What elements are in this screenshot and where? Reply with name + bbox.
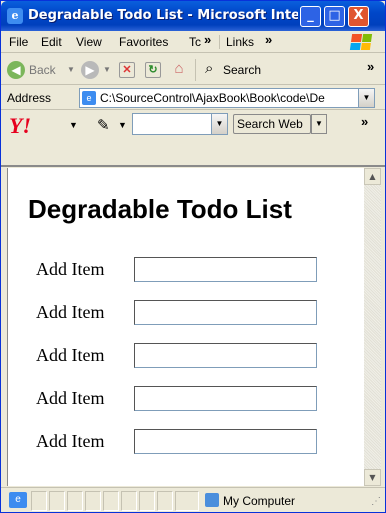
forward-arrow-icon[interactable]: ▶ bbox=[81, 61, 99, 79]
status-cell bbox=[49, 491, 65, 511]
pencil-icon[interactable]: ✎ bbox=[97, 116, 110, 134]
add-item-input[interactable] bbox=[134, 257, 317, 282]
page-icon: e bbox=[82, 91, 96, 105]
title-bar[interactable]: e Degradable Todo List - Microsoft Inte.… bbox=[1, 1, 385, 31]
security-zone: My Computer bbox=[223, 494, 296, 508]
yahoo-search-dropdown-icon[interactable]: ▼ bbox=[211, 114, 227, 134]
add-item-row: Add Item bbox=[36, 299, 336, 327]
status-cell bbox=[139, 491, 155, 511]
yahoo-dropdown-icon[interactable]: ▼ bbox=[69, 120, 78, 130]
add-item-label: Add Item bbox=[36, 302, 105, 322]
forward-dropdown-icon[interactable]: ▼ bbox=[103, 65, 111, 74]
minimize-button[interactable]: _ bbox=[300, 6, 321, 27]
status-cell bbox=[67, 491, 83, 511]
status-bar: e My Computer ⋰ bbox=[1, 487, 385, 513]
yahoo-chevron-icon[interactable]: » bbox=[361, 114, 368, 129]
links-chevron-icon[interactable]: » bbox=[265, 32, 272, 47]
menu-file[interactable]: File bbox=[9, 35, 28, 49]
address-dropdown-icon[interactable]: ▼ bbox=[358, 89, 374, 107]
yahoo-toolbar: Y! ▼ ✎ ▼ ▼ Search Web ▼ » bbox=[1, 111, 385, 167]
menu-bar: File Edit View Favorites Tc » Links » bbox=[1, 31, 385, 53]
back-arrow-icon[interactable]: ◀ bbox=[7, 61, 25, 79]
stop-icon[interactable]: ✕ bbox=[119, 62, 135, 78]
links-label[interactable]: Links bbox=[219, 35, 254, 49]
refresh-icon[interactable]: ↻ bbox=[145, 62, 161, 78]
status-cell bbox=[103, 491, 119, 511]
add-item-input[interactable] bbox=[134, 429, 317, 454]
resize-grip-icon[interactable]: ⋰ bbox=[371, 496, 381, 507]
pencil-dropdown-icon[interactable]: ▼ bbox=[118, 120, 127, 130]
menu-favorites[interactable]: Favorites bbox=[119, 35, 168, 49]
page-status-icon: e bbox=[9, 492, 27, 508]
address-bar: Address e C:\SourceControl\AjaxBook\Book… bbox=[1, 86, 385, 110]
toolbar: ◀ Back ▼ ▶ ▼ ✕ ↻ ⌂ ⌕ Search » bbox=[1, 54, 385, 85]
browser-window: e Degradable Todo List - Microsoft Inte.… bbox=[0, 0, 386, 513]
menu-chevron-icon[interactable]: » bbox=[204, 32, 211, 47]
window-title: Degradable Todo List - Microsoft Inte... bbox=[28, 8, 298, 23]
home-icon[interactable]: ⌂ bbox=[171, 61, 187, 78]
status-cell bbox=[31, 491, 47, 511]
search-button[interactable]: Search bbox=[223, 63, 261, 77]
close-button[interactable]: X bbox=[348, 6, 369, 27]
add-item-input[interactable] bbox=[134, 343, 317, 368]
back-button[interactable]: Back bbox=[29, 63, 56, 77]
page-content: Degradable Todo List Add Item Add Item A… bbox=[7, 168, 364, 486]
search-icon[interactable]: ⌕ bbox=[205, 60, 213, 77]
my-computer-icon bbox=[205, 493, 219, 507]
menu-edit[interactable]: Edit bbox=[41, 35, 62, 49]
add-item-label: Add Item bbox=[36, 388, 105, 408]
page-title: Degradable Todo List bbox=[28, 194, 292, 224]
add-item-input[interactable] bbox=[134, 386, 317, 411]
windows-logo-icon bbox=[344, 32, 379, 52]
address-input[interactable]: e C:\SourceControl\AjaxBook\Book\code\De… bbox=[79, 88, 375, 108]
add-item-input[interactable] bbox=[134, 300, 317, 325]
add-item-label: Add Item bbox=[36, 431, 105, 451]
add-item-row: Add Item bbox=[36, 385, 336, 413]
status-cell bbox=[175, 491, 199, 511]
add-item-row: Add Item bbox=[36, 256, 336, 284]
maximize-button[interactable]: □ bbox=[324, 6, 345, 27]
search-web-dropdown-icon[interactable]: ▼ bbox=[311, 114, 327, 134]
add-item-label: Add Item bbox=[36, 345, 105, 365]
scroll-down-icon[interactable]: ▼ bbox=[364, 469, 381, 486]
address-label: Address bbox=[7, 91, 52, 105]
add-item-row: Add Item bbox=[36, 342, 336, 370]
status-cell bbox=[121, 491, 137, 511]
ie-icon: e bbox=[7, 8, 23, 24]
yahoo-logo[interactable]: Y! bbox=[9, 113, 31, 139]
status-cell bbox=[157, 491, 173, 511]
add-item-row: Add Item bbox=[36, 428, 336, 456]
search-web-button[interactable]: Search Web bbox=[233, 114, 311, 134]
scroll-up-icon[interactable]: ▲ bbox=[364, 168, 381, 185]
menu-view[interactable]: View bbox=[76, 35, 102, 49]
menu-tools[interactable]: Tc bbox=[189, 35, 201, 49]
address-value[interactable]: C:\SourceControl\AjaxBook\Book\code\De bbox=[100, 91, 325, 105]
add-item-label: Add Item bbox=[36, 259, 105, 279]
status-cell bbox=[85, 491, 101, 511]
back-dropdown-icon[interactable]: ▼ bbox=[67, 65, 75, 74]
vertical-scrollbar[interactable]: ▲ ▼ bbox=[364, 168, 381, 486]
toolbar-chevron-icon[interactable]: » bbox=[367, 59, 374, 74]
toolbar-divider bbox=[195, 59, 196, 81]
